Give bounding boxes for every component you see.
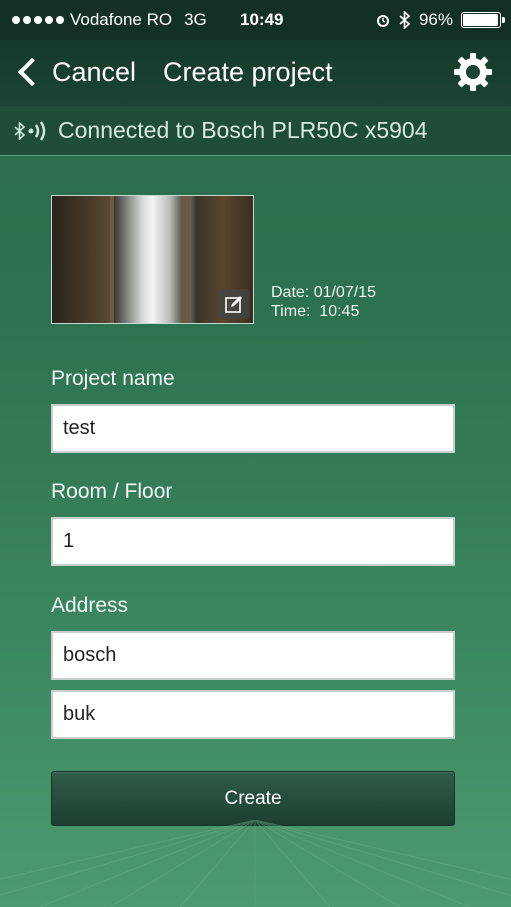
create-button[interactable]: Create xyxy=(51,771,455,826)
address-line2-input[interactable] xyxy=(51,690,455,739)
project-photo[interactable] xyxy=(51,195,254,324)
page-title: Create project xyxy=(163,57,333,87)
photo-door-frame-right xyxy=(182,196,190,323)
status-left: Vodafone RO 3G xyxy=(12,10,207,30)
alarm-icon xyxy=(376,15,389,27)
status-right: 96% xyxy=(375,10,505,30)
battery-icon xyxy=(461,12,505,28)
status-time: 10:49 xyxy=(240,10,284,29)
nav-bar: Cancel Create project xyxy=(0,40,511,106)
chevron-left-icon xyxy=(17,57,47,87)
photo-date: Date: 01/07/15 xyxy=(271,284,376,301)
cancel-button[interactable]: Cancel xyxy=(14,52,136,92)
photo-metadata: Date: 01/07/15 Time: 10:45 xyxy=(271,283,376,321)
network-type: 3G xyxy=(184,10,207,29)
connection-status-text: Connected to Bosch PLR50C x5904 xyxy=(58,117,428,143)
photo-door xyxy=(114,196,184,323)
status-bar: Vodafone RO 3G 10:49 96% xyxy=(0,0,511,40)
bluetooth-signal-icon xyxy=(14,120,50,141)
signal-strength-icon xyxy=(12,16,64,24)
pencil-edit-icon xyxy=(225,296,242,313)
battery-fill xyxy=(463,14,498,26)
photo-time: Time: 10:45 xyxy=(271,303,360,320)
address-label: Address xyxy=(51,594,129,617)
project-name-input[interactable] xyxy=(51,404,455,453)
room-floor-label: Room / Floor xyxy=(51,480,173,503)
address-line1-input[interactable] xyxy=(51,631,455,680)
floor-decoration xyxy=(0,820,511,907)
carrier-name: Vodafone RO xyxy=(70,10,173,29)
cancel-label: Cancel xyxy=(52,56,137,87)
project-name-label: Project name xyxy=(51,367,175,390)
connection-status-bar: Connected to Bosch PLR50C x5904 xyxy=(0,106,511,156)
create-project-screen: Vodafone RO 3G 10:49 96% Cancel Create p… xyxy=(0,0,511,907)
battery-percent: 96% xyxy=(418,10,453,29)
bluetooth-icon xyxy=(399,11,411,29)
edit-photo-button[interactable] xyxy=(219,289,249,319)
gear-icon[interactable] xyxy=(451,50,495,94)
room-floor-input[interactable] xyxy=(51,517,455,566)
